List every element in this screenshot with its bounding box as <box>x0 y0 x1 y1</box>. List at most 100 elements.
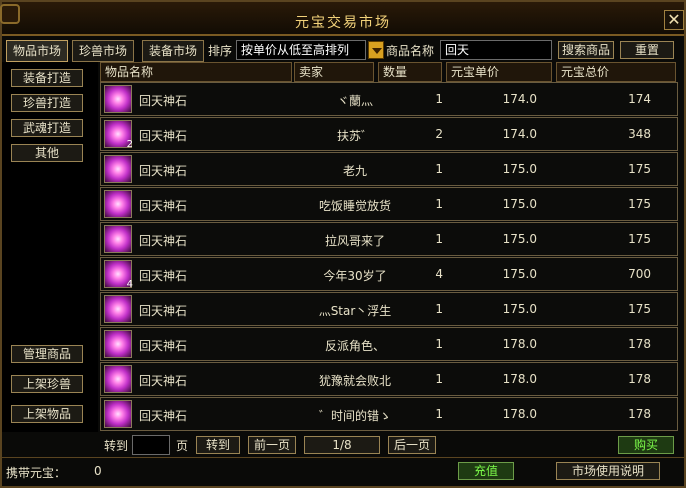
prev-page-button[interactable]: 前一页 <box>248 436 296 454</box>
chevron-down-icon[interactable] <box>368 41 384 59</box>
balance-label: 携带元宝： <box>6 466 67 480</box>
item-name: 回天神石 <box>139 304 188 318</box>
unit-price: 174.0 <box>502 127 537 141</box>
quantity: 1 <box>435 92 443 106</box>
gem-item-icon <box>104 330 132 358</box>
sort-select[interactable]: 按单价从低至高排列 <box>236 40 366 60</box>
stack-count: 4 <box>126 279 133 290</box>
table-row[interactable]: 4 回天神石 今年30岁了 4 175.0 700 <box>100 257 678 291</box>
unit-price: 175.0 <box>502 197 537 211</box>
gem-item-icon <box>104 190 132 218</box>
unit-price: 175.0 <box>502 302 537 316</box>
sidebar-item-soul-craft[interactable]: 武魂打造 <box>11 119 83 137</box>
table-row[interactable]: 回天神石 反派角色、 1 178.0 178 <box>100 327 678 361</box>
table-row[interactable]: 2 回天神石 扶苏゛ 2 174.0 348 <box>100 117 678 151</box>
quantity: 1 <box>435 197 443 211</box>
manage-goods-button[interactable]: 管理商品 <box>11 345 83 363</box>
seller-name: 扶苏゛ <box>336 129 373 143</box>
search-button[interactable]: 搜索商品 <box>558 41 614 59</box>
tab-pet-market[interactable]: 珍兽市场 <box>72 40 135 62</box>
total-price: 175 <box>628 302 651 316</box>
sidebar-item-other[interactable]: 其他 <box>11 144 83 162</box>
next-page-button[interactable]: 后一页 <box>388 436 436 454</box>
gem-item-icon <box>104 225 132 253</box>
seller-name: 拉风哥来了 <box>324 234 385 248</box>
total-price: 178 <box>628 372 651 386</box>
seller-name: 吃饭睡觉放货 <box>318 199 391 213</box>
gem-item-icon <box>104 400 132 428</box>
footer-bar: 携带元宝： 0 充值 市场使用说明 <box>2 457 684 486</box>
title-bar: 元宝交易市场 ✕ <box>0 2 684 36</box>
table-row[interactable]: 回天神石 犹豫就会败北 1 178.0 178 <box>100 362 678 396</box>
column-header-qty: 数量 <box>378 62 442 82</box>
quantity: 1 <box>435 372 443 386</box>
total-price: 178 <box>628 407 651 421</box>
item-name: 回天神石 <box>139 409 188 423</box>
gem-item-icon: 2 <box>104 120 133 150</box>
buy-button[interactable]: 购买 <box>618 436 674 454</box>
unit-price: 175.0 <box>502 267 537 281</box>
stack-count: 2 <box>126 139 133 150</box>
seller-name: 灬Star丶浮生 <box>318 304 392 318</box>
list-item-button[interactable]: 上架物品 <box>11 405 83 423</box>
table-header: 物品名称 卖家 数量 元宝单价 元宝总价 <box>100 62 684 82</box>
tab-bar: 物品市场 珍兽市场 装备市场 排序 按单价从低至高排列 商品名称 回天 搜索商品… <box>2 38 684 62</box>
market-window: 元宝交易市场 ✕ 物品市场 珍兽市场 装备市场 排序 按单价从低至高排列 商品名… <box>0 0 686 488</box>
sidebar-item-equip-craft[interactable]: 装备打造 <box>11 69 83 87</box>
gem-item-icon <box>104 85 132 113</box>
tab-item-market[interactable]: 物品市场 <box>6 40 69 62</box>
seller-name: 犹豫就会败北 <box>318 374 391 388</box>
window-title: 元宝交易市场 <box>295 15 391 31</box>
quantity: 1 <box>435 302 443 316</box>
table-row[interactable]: 回天神石 ヾ蘭灬 1 174.0 174 <box>100 82 678 116</box>
quantity: 4 <box>435 267 443 281</box>
close-button[interactable]: ✕ <box>664 10 684 30</box>
table-row[interactable]: 回天神石 老九 1 175.0 175 <box>100 152 678 186</box>
page-input[interactable] <box>132 435 170 455</box>
table-row[interactable]: 回天神石 拉风哥来了 1 175.0 175 <box>100 222 678 256</box>
total-price: 348 <box>628 127 651 141</box>
unit-price: 175.0 <box>502 162 537 176</box>
total-price: 700 <box>628 267 651 281</box>
column-header-seller: 卖家 <box>294 62 374 82</box>
column-header-total-price: 元宝总价 <box>556 62 676 82</box>
quantity: 1 <box>435 407 443 421</box>
list-pet-button[interactable]: 上架珍兽 <box>11 375 83 393</box>
item-name: 回天神石 <box>139 269 188 283</box>
total-price: 178 <box>628 337 651 351</box>
item-name: 回天神石 <box>139 199 188 213</box>
market-help-button[interactable]: 市场使用说明 <box>556 462 660 480</box>
goto-button[interactable]: 转到 <box>196 436 240 454</box>
unit-price: 178.0 <box>502 372 537 386</box>
item-name: 回天神石 <box>139 164 188 178</box>
seller-name: 今年30岁了 <box>323 269 387 283</box>
seller-name: ヾ蘭灬 <box>336 94 373 108</box>
total-price: 175 <box>628 232 651 246</box>
item-name: 回天神石 <box>139 234 188 248</box>
balance-value: 0 <box>94 464 102 478</box>
gem-item-icon: 4 <box>104 260 133 290</box>
quantity: 2 <box>435 127 443 141</box>
product-name-label: 商品名称 <box>386 44 435 58</box>
pagination-bar: 转到 页 转到 前一页 1/8 后一页 购买 <box>100 433 684 455</box>
recharge-button[interactable]: 充值 <box>458 462 514 480</box>
quantity: 1 <box>435 337 443 351</box>
table-row[interactable]: 回天神石 吃饭睡觉放货 1 175.0 175 <box>100 187 678 221</box>
sidebar-item-pet-craft[interactable]: 珍兽打造 <box>11 94 83 112</box>
total-price: 174 <box>628 92 651 106</box>
seller-name: 反派角色、 <box>324 339 385 353</box>
page-indicator: 1/8 <box>304 436 380 454</box>
unit-price: 178.0 <box>502 337 537 351</box>
unit-price: 174.0 <box>502 92 537 106</box>
unit-price: 178.0 <box>502 407 537 421</box>
product-name-input[interactable]: 回天 <box>440 40 552 60</box>
tab-equip-market[interactable]: 装备市场 <box>142 40 205 62</box>
table-row[interactable]: 回天神石 灬Star丶浮生 1 175.0 175 <box>100 292 678 326</box>
item-name: 回天神石 <box>139 129 188 143</box>
table-row[interactable]: 回天神石 ゛时间的错ゝ 1 178.0 178 <box>100 397 678 431</box>
total-price: 175 <box>628 162 651 176</box>
column-header-unit-price: 元宝单价 <box>446 62 552 82</box>
reset-button[interactable]: 重置 <box>620 41 674 59</box>
item-name: 回天神石 <box>139 94 188 108</box>
listing-table: 物品名称 卖家 数量 元宝单价 元宝总价 回天神石 ヾ蘭灬 1 174.0 174 2 回天… <box>100 62 684 432</box>
